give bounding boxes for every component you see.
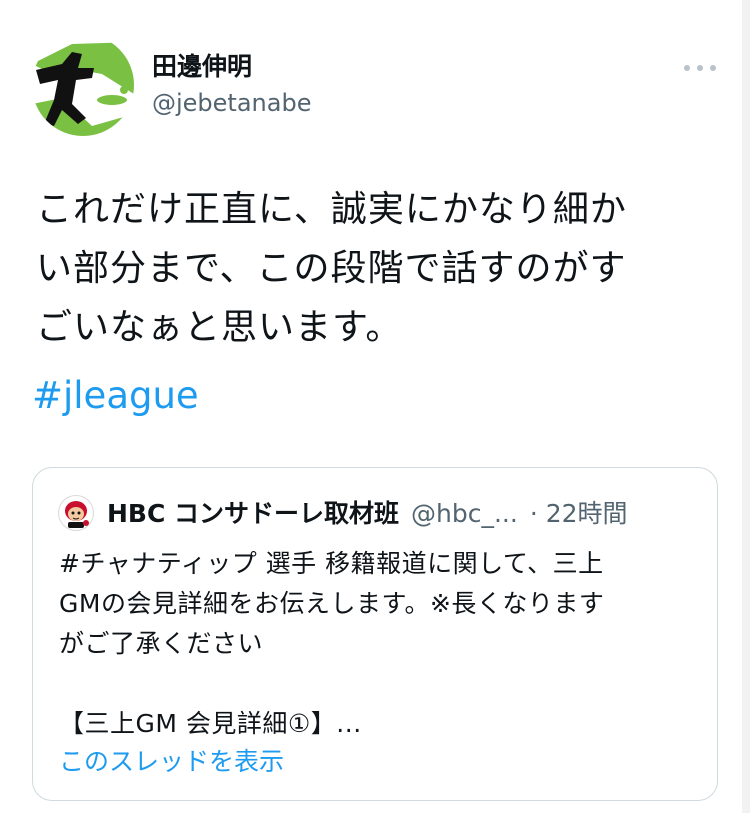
quoted-text-line: 【三上GM 会見詳細①】... <box>59 709 362 738</box>
quoted-text-line <box>59 664 699 704</box>
scrollbar-track <box>742 0 750 813</box>
author-avatar[interactable] <box>32 34 134 136</box>
tweet-text-line: これだけ正直に、誠実にかなり細か <box>36 189 627 230</box>
more-dot <box>684 65 690 71</box>
quoted-text: #チャナティップ 選手 移籍報道に関して、三上 GMの会見詳細をお伝えします。※… <box>59 544 699 744</box>
quoted-author-avatar[interactable] <box>57 494 95 532</box>
more-dot <box>710 65 716 71</box>
quoted-author-name[interactable]: HBC コンサドーレ取材班 <box>107 496 399 532</box>
author-name[interactable]: 田邊伸明 <box>152 52 252 82</box>
show-thread-link[interactable]: このスレッドを表示 <box>59 744 284 780</box>
tweet-text-line: い部分まで、この段階で話すのがす <box>36 248 627 289</box>
team-logo-avatar-icon <box>32 34 134 136</box>
tweet[interactable]: 田邊伸明 @jebetanabe これだけ正直に、誠実にかなり細か い部分まで、… <box>0 0 742 813</box>
more-dot <box>697 65 703 71</box>
quoted-text-line: GMの会見詳細をお伝えします。※長くなります <box>59 589 605 618</box>
quoted-timestamp[interactable]: · 22時間 <box>530 496 628 532</box>
hashtag-link[interactable]: #jleague <box>32 368 199 424</box>
author-handle[interactable]: @jebetanabe <box>152 88 311 118</box>
quoted-header: HBC コンサドーレ取材班 @hbc_... · 22時間 <box>107 496 628 532</box>
more-horizontal-icon[interactable] <box>682 56 718 80</box>
tweet-text: これだけ正直に、誠実にかなり細か い部分まで、この段階で話すのがす ごいなぁと思… <box>36 180 726 357</box>
quoted-text-line: がご了承ください <box>59 629 264 658</box>
quoted-author-handle[interactable]: @hbc_... <box>411 496 518 532</box>
tweet-text-line: ごいなぁと思います。 <box>36 307 403 348</box>
quoted-text-line: #チャナティップ 選手 移籍報道に関して、三上 <box>59 549 604 578</box>
mascot-avatar-icon <box>57 494 95 532</box>
quoted-tweet-card[interactable]: HBC コンサドーレ取材班 @hbc_... · 22時間 #チャナティップ 選… <box>32 467 718 801</box>
